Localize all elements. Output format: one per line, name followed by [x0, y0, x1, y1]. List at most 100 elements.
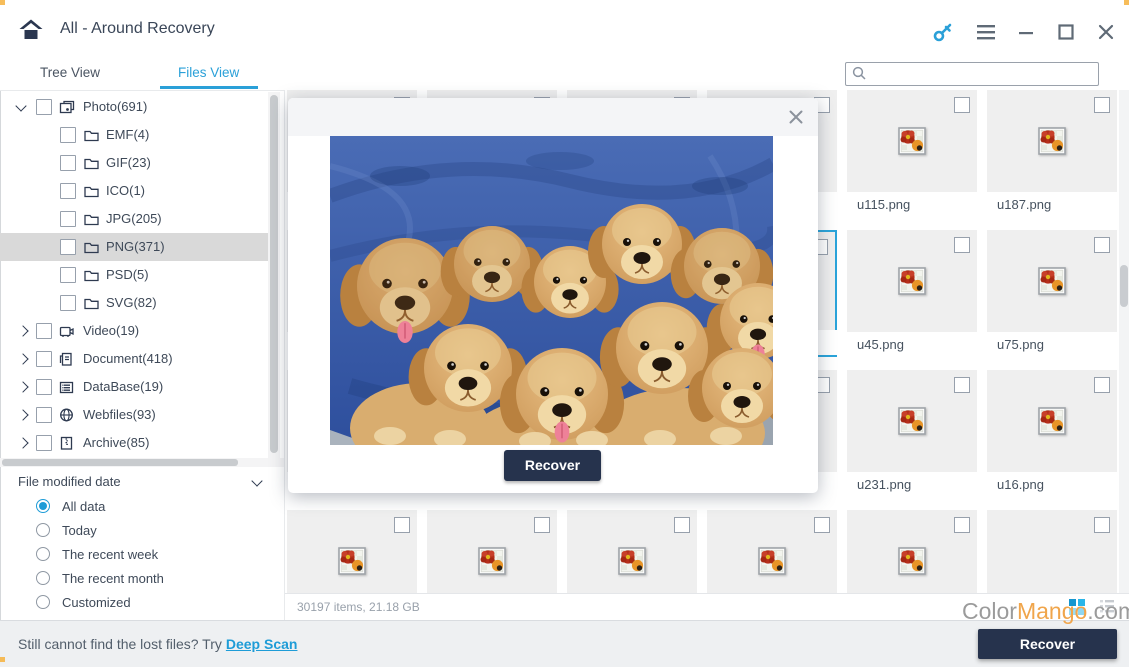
tree-item-webfiles[interactable]: Webfiles(93) — [0, 401, 268, 429]
close-window-button[interactable] — [1093, 20, 1119, 44]
sidebar-hscrollbar-thumb[interactable] — [2, 459, 238, 466]
tree-item-video[interactable]: Video(19) — [0, 317, 268, 345]
recover-button[interactable]: Recover — [978, 629, 1117, 659]
file-cell[interactable] — [987, 510, 1117, 593]
status-bar: 30197 items, 21.18 GB — [285, 593, 1129, 620]
sidebar-scrollbar-thumb[interactable] — [270, 95, 278, 453]
tree-item-database[interactable]: DataBase(19) — [0, 373, 268, 401]
file-checkbox[interactable] — [534, 517, 550, 533]
radio-option-all-data[interactable]: All data — [0, 495, 280, 519]
file-checkbox[interactable] — [954, 517, 970, 533]
grid-view-toggle-icon[interactable] — [1068, 598, 1086, 615]
tree-item-photo[interactable]: Photo(691) — [0, 93, 268, 121]
deep-scan-link[interactable]: Deep Scan — [226, 636, 298, 652]
deep-scan-hint: Still cannot find the lost files? TryDee… — [18, 621, 297, 667]
tree-item-psd[interactable]: PSD(5) — [0, 261, 268, 289]
file-checkbox[interactable] — [674, 517, 690, 533]
radio-icon[interactable] — [36, 595, 50, 609]
file-checkbox[interactable] — [814, 517, 830, 533]
chevron-right-icon[interactable] — [17, 381, 28, 392]
checkbox[interactable] — [60, 267, 76, 283]
grid-scrollbar-thumb[interactable] — [1120, 265, 1128, 307]
file-cell-u16[interactable]: u16.png — [987, 370, 1117, 497]
tree-item-png-selected[interactable]: PNG(371) — [0, 233, 268, 261]
file-name: u231.png — [847, 472, 977, 497]
tab-tree-view[interactable]: Tree View — [40, 58, 100, 89]
chevron-right-icon[interactable] — [17, 437, 28, 448]
checkbox[interactable] — [36, 407, 52, 423]
checkbox[interactable] — [36, 99, 52, 115]
checkbox[interactable] — [60, 295, 76, 311]
file-cell[interactable] — [427, 510, 557, 593]
maximize-button[interactable] — [1053, 20, 1079, 44]
file-checkbox[interactable] — [954, 237, 970, 253]
chevron-right-icon[interactable] — [17, 353, 28, 364]
tab-files-view[interactable]: Files View — [178, 58, 239, 89]
radio-option-recent-month[interactable]: The recent month — [0, 567, 280, 591]
register-key-button[interactable] — [930, 20, 956, 44]
modal-recover-button[interactable]: Recover — [504, 450, 601, 481]
search-input[interactable] — [870, 64, 1096, 84]
file-cell-u115[interactable]: u115.png — [847, 90, 977, 217]
checkbox[interactable] — [36, 351, 52, 367]
chevron-down-icon[interactable] — [15, 100, 26, 111]
video-icon — [58, 323, 75, 339]
checkbox[interactable] — [60, 127, 76, 143]
file-cell[interactable] — [287, 510, 417, 593]
checkbox[interactable] — [60, 239, 76, 255]
file-checkbox[interactable] — [394, 517, 410, 533]
file-cell[interactable] — [567, 510, 697, 593]
file-checkbox[interactable] — [954, 97, 970, 113]
radio-option-customized[interactable]: Customized — [0, 591, 280, 615]
file-cell[interactable] — [847, 510, 977, 593]
items-summary: 30197 items, 21.18 GB — [297, 594, 420, 620]
checkbox[interactable] — [36, 323, 52, 339]
hamburger-icon — [976, 24, 996, 40]
checkbox[interactable] — [60, 183, 76, 199]
tree-item-label: EMF(4) — [106, 121, 149, 149]
file-cell-u75[interactable]: u75.png — [987, 230, 1117, 357]
tree-item-archive[interactable]: Archive(85) — [0, 429, 268, 457]
image-file-icon — [478, 547, 506, 575]
radio-icon[interactable] — [36, 523, 50, 537]
chevron-right-icon[interactable] — [17, 325, 28, 336]
radio-label: Today — [62, 519, 97, 543]
checkbox[interactable] — [60, 211, 76, 227]
checkbox[interactable] — [60, 155, 76, 171]
tree-item-emf[interactable]: EMF(4) — [0, 121, 268, 149]
filter-collapse-chevron-icon[interactable] — [251, 475, 262, 486]
file-checkbox[interactable] — [1094, 97, 1110, 113]
image-file-icon — [898, 127, 926, 155]
checkbox[interactable] — [36, 379, 52, 395]
file-checkbox[interactable] — [1094, 237, 1110, 253]
preview-modal: Recover — [288, 98, 818, 493]
checkbox[interactable] — [36, 435, 52, 451]
chevron-right-icon[interactable] — [17, 409, 28, 420]
file-checkbox[interactable] — [1094, 377, 1110, 393]
radio-option-today[interactable]: Today — [0, 519, 280, 543]
folder-icon — [83, 127, 100, 143]
file-checkbox[interactable] — [954, 377, 970, 393]
tree-item-gif[interactable]: GIF(23) — [0, 149, 268, 177]
list-view-toggle-icon[interactable] — [1097, 599, 1115, 614]
close-preview-icon[interactable] — [788, 109, 804, 125]
file-cell-u231[interactable]: u231.png — [847, 370, 977, 497]
file-name: u16.png — [987, 472, 1117, 497]
database-icon — [58, 379, 75, 395]
file-cell-u187[interactable]: u187.png — [987, 90, 1117, 217]
tree-item-jpg[interactable]: JPG(205) — [0, 205, 268, 233]
menu-button[interactable] — [973, 20, 999, 44]
radio-icon[interactable] — [36, 547, 50, 561]
tree-item-document[interactable]: Document(418) — [0, 345, 268, 373]
radio-selected-icon[interactable] — [36, 499, 50, 513]
search-box[interactable] — [845, 62, 1099, 86]
file-checkbox[interactable] — [1094, 517, 1110, 533]
minimize-button[interactable] — [1013, 20, 1039, 44]
file-cell-u45[interactable]: u45.png — [847, 230, 977, 357]
file-cell[interactable] — [707, 510, 837, 593]
tree-item-ico[interactable]: ICO(1) — [0, 177, 268, 205]
tree-item-svg[interactable]: SVG(82) — [0, 289, 268, 317]
radio-icon[interactable] — [36, 571, 50, 585]
radio-option-recent-week[interactable]: The recent week — [0, 543, 280, 567]
folder-icon — [83, 295, 100, 311]
